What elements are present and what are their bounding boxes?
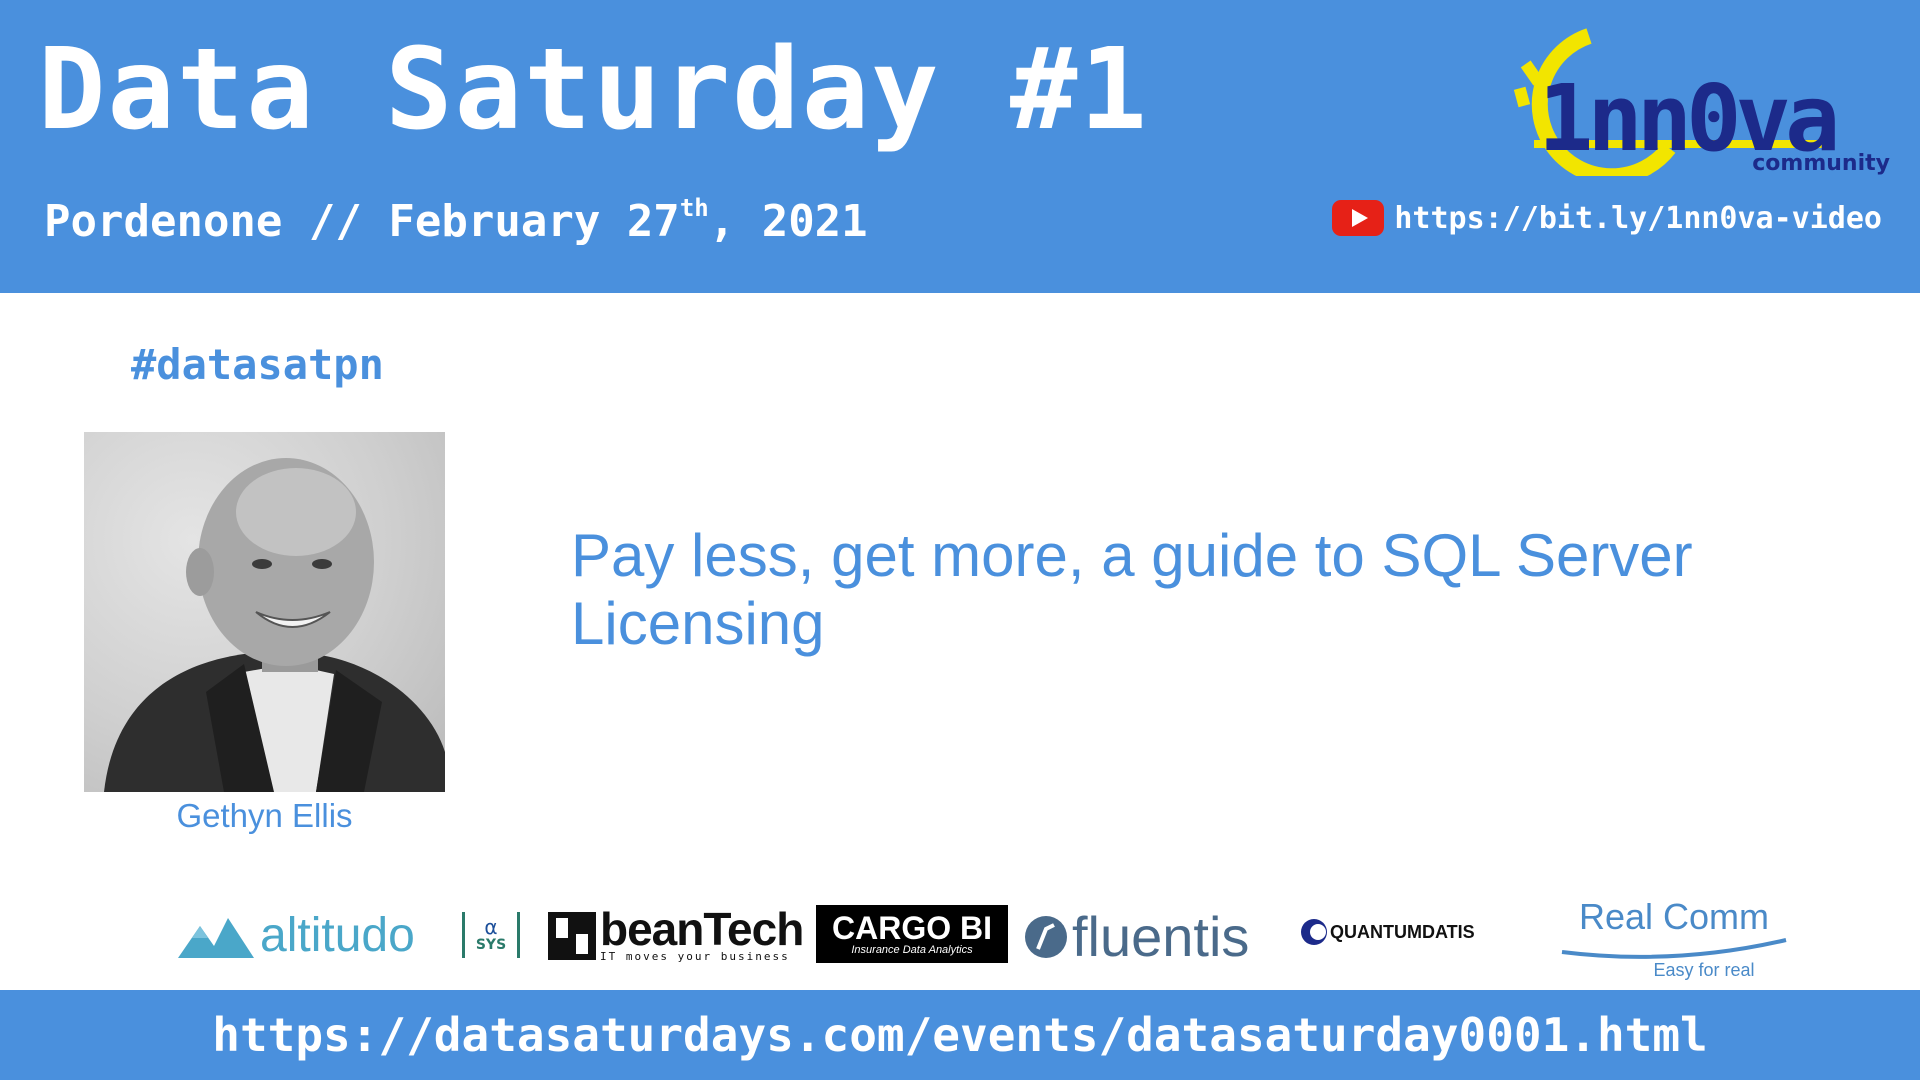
video-link[interactable]: https://bit.ly/1nn0va-video [1332,200,1882,236]
logo-tagline: community [1752,151,1890,176]
video-url[interactable]: https://bit.ly/1nn0va-video [1394,201,1882,236]
event-hashtag: #datasatpn [131,340,384,389]
event-url-link[interactable]: https://datasaturdays.com/events/datasat… [0,990,1920,1080]
speaker-name: Gethyn Ellis [176,797,353,834]
beantech-label: beanTech [600,903,804,955]
subtitle-separator: // [308,196,362,247]
sponsor-cargobi[interactable]: CARGO BI Insurance Data Analytics [816,905,1008,963]
session-title: Pay less, get more, a guide to SQL Serve… [571,522,1693,657]
1nn0va-logo: 1nn0va community [1513,28,1890,176]
fluentis-f-icon [1025,915,1067,958]
sponsor-altitudo[interactable]: altitudo [178,908,415,963]
footer-banner: https://datasaturdays.com/events/datasat… [0,990,1920,1080]
realcomm-swoosh [1561,938,1787,959]
sponsor-realcomm[interactable]: Real Comm Easy for real [1560,898,1788,990]
beantech-mark-icon [548,911,596,960]
quantumdatis-label: QUANTUMDATIS [1330,921,1475,942]
event-date: February 27 [388,196,680,247]
date-ordinal-suffix: th [679,194,709,222]
beantech-tagline: IT moves your business [600,950,790,963]
altitudo-mountain-icon [178,917,254,958]
asys-label: SYS [475,937,507,953]
event-title: Data Saturday #1 [38,25,1149,155]
event-location: Pordenone [44,196,283,247]
sponsor-beantech[interactable]: beanTech IT moves your business [548,903,804,963]
sponsor-quantumdatis[interactable]: QUANTUMDATIS [1300,918,1475,946]
realcomm-tagline: Easy for real [1653,960,1755,980]
event-year: , 2021 [708,196,868,247]
altitudo-label: altitudo [260,909,415,962]
realcomm-label: Real Comm [1578,896,1770,937]
sponsor-fluentis[interactable]: fluentis [1024,904,1249,969]
header-banner: Data Saturday #1 Pordenone // February 2… [0,0,1920,293]
sponsor-asys[interactable]: α SYS [462,912,520,958]
speaker-photo [84,432,445,792]
cargobi-tagline: Insurance Data Analytics [851,944,973,956]
quantumdatis-icon [1301,919,1327,945]
youtube-icon [1332,200,1385,236]
cargobi-label: CARGO BI [832,910,992,946]
sponsor-strip: altitudo α SYS beanTech IT moves your bu… [0,890,1920,990]
fluentis-label: fluentis [1072,905,1250,968]
event-subtitle: Pordenone // February 27th, 2021 [44,194,868,250]
asys-alpha: α [484,915,498,939]
